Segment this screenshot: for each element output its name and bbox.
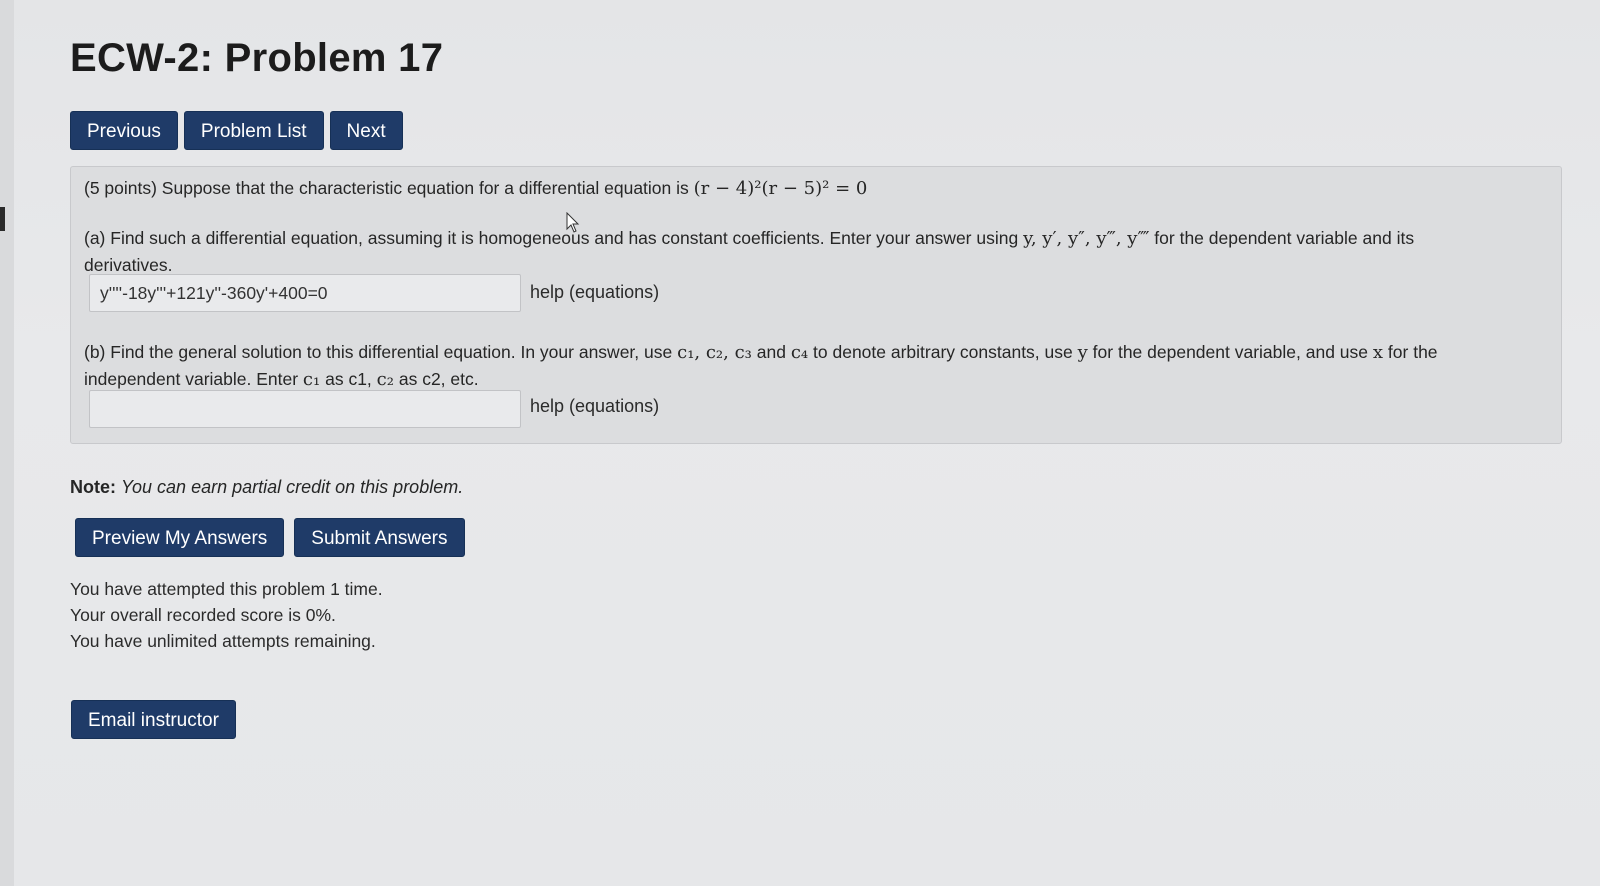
next-button[interactable]: Next — [329, 111, 403, 150]
problem-page: ECW-2: Problem 17 Previous Problem List … — [70, 0, 1570, 886]
part-b-y-math: y — [1077, 342, 1088, 363]
part-b-help-link[interactable]: help (equations) — [530, 396, 659, 417]
partial-credit-note: Note: You can earn partial credit on thi… — [70, 477, 463, 498]
mouse-pointer-icon — [566, 212, 580, 233]
problem-intro-text: (5 points) Suppose that the characterist… — [84, 178, 689, 198]
part-a-prompt: (a) Find such a differential equation, a… — [84, 225, 1504, 278]
attempts-text: You have attempted this problem 1 time. — [70, 579, 383, 599]
problem-list-button[interactable]: Problem List — [183, 111, 324, 150]
part-a-answer-input[interactable]: y''''-18y'''+121y''-360y'+400=0 — [89, 274, 521, 312]
answer-actions: Preview My Answers Submit Answers — [75, 518, 465, 557]
problem-nav: Previous Problem List Next — [70, 111, 403, 150]
part-b-constants-math: c₁, c₂, c₃ — [677, 342, 752, 363]
part-a-derivatives-math: y, y′, y″, y‴, y⁗ — [1023, 228, 1150, 249]
score-text: Your overall recorded score is 0%. — [70, 605, 336, 625]
part-b-as-c1: as c1, — [325, 369, 372, 389]
note-label: Note: — [70, 477, 116, 497]
submit-answers-button[interactable]: Submit Answers — [294, 518, 465, 557]
part-a-text-1: (a) Find such a differential equation, a… — [84, 228, 1019, 248]
part-a-help-link[interactable]: help (equations) — [530, 282, 659, 303]
problem-box: (5 points) Suppose that the characterist… — [70, 166, 1562, 444]
part-b-text-2: to denote arbitrary constants, use — [813, 342, 1073, 362]
part-b-x-math: x — [1372, 342, 1384, 363]
note-text: You can earn partial credit on this prob… — [121, 477, 464, 497]
part-b-c2-math: c₂ — [376, 369, 394, 390]
page-title: ECW-2: Problem 17 — [70, 36, 444, 80]
part-b-text-1: (b) Find the general solution to this di… — [84, 342, 673, 362]
remaining-text: You have unlimited attempts remaining. — [70, 631, 376, 651]
previous-button[interactable]: Previous — [70, 111, 178, 150]
email-section: Email instructor — [71, 700, 236, 739]
left-edge — [0, 0, 14, 886]
part-b-answer-input[interactable] — [89, 390, 521, 428]
part-b-prompt: (b) Find the general solution to this di… — [84, 339, 1504, 393]
left-edge-marker — [0, 207, 5, 231]
part-b-c1-math: c₁ — [302, 369, 321, 390]
preview-answers-button[interactable]: Preview My Answers — [75, 518, 285, 557]
attempt-status: You have attempted this problem 1 time. … — [70, 576, 383, 654]
email-instructor-button[interactable]: Email instructor — [71, 700, 236, 739]
problem-intro: (5 points) Suppose that the characterist… — [84, 175, 867, 202]
part-b-and: and — [756, 342, 786, 362]
characteristic-equation: (r − 4)²(r − 5)² = 0 — [693, 178, 868, 199]
part-b-c4-math: c₄ — [790, 342, 809, 363]
part-b-text-3: for the dependent variable, and use — [1092, 342, 1369, 362]
part-b-as-c2: as c2, etc. — [398, 369, 479, 389]
